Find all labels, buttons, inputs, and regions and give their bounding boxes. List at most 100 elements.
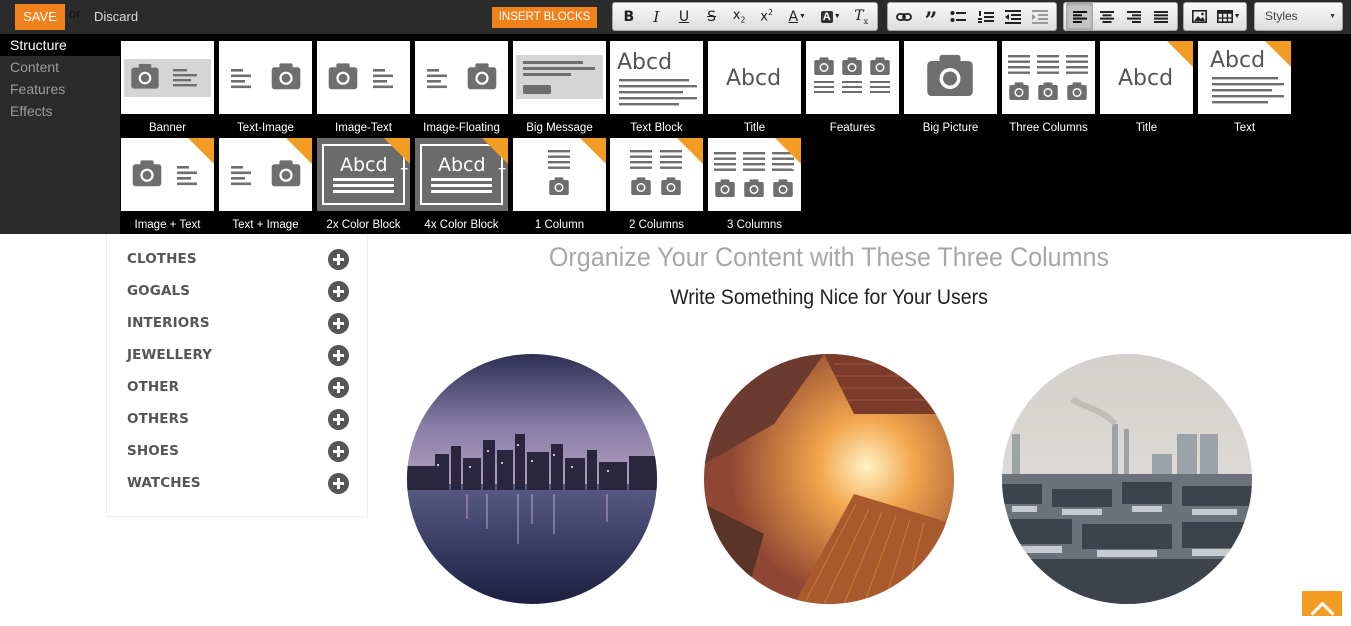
block-label: Three Columns	[1009, 122, 1088, 134]
category-item-others[interactable]: OTHERS	[127, 409, 349, 430]
expand-plus-icon[interactable]	[328, 441, 349, 462]
block-label: Features	[829, 122, 876, 134]
color-block-icon: Abcd +	[317, 138, 410, 211]
block-three-columns[interactable]: Three Columns	[1002, 41, 1095, 138]
numbered-list-button[interactable]	[972, 3, 999, 30]
strikethrough-button[interactable]: S	[698, 3, 726, 30]
bold-icon: B	[623, 8, 635, 25]
skyscraper-sky-image	[704, 354, 954, 604]
block-image-text[interactable]: Image-Text	[317, 41, 410, 138]
expand-plus-icon[interactable]	[328, 281, 349, 302]
increase-indent-button[interactable]	[1027, 3, 1054, 30]
category-name: JEWELLERY	[127, 347, 213, 363]
image-button[interactable]	[1186, 3, 1213, 30]
block-label: Title	[743, 122, 766, 134]
or-text: or	[69, 6, 81, 21]
category-item-shoes[interactable]: SHOES	[127, 441, 349, 462]
block-label: Text-Image	[237, 122, 294, 134]
blockquote-button[interactable]: ”	[917, 3, 944, 34]
category-item-interiors[interactable]: INTERIORS	[127, 313, 349, 334]
align-left-button[interactable]	[1066, 3, 1094, 30]
category-item-clothes[interactable]: CLOTHES	[127, 249, 349, 270]
block-label: Big Picture	[922, 122, 979, 134]
block-image-text[interactable]: + Image + Text	[121, 138, 214, 235]
category-structure[interactable]: Structure	[0, 34, 120, 56]
bold-button[interactable]: B	[615, 3, 643, 30]
underline-icon: U	[678, 8, 690, 25]
remove-format-icon: Tx	[854, 7, 869, 26]
editor-toolbar: SAVE or Discard INSERT BLOCKS B I U S x2…	[0, 0, 1351, 34]
text-color-button[interactable]: A ▼	[780, 3, 813, 30]
block-3-columns[interactable]: +3 Columns	[708, 138, 801, 235]
expand-plus-icon[interactable]	[328, 345, 349, 366]
blockquote-icon: ”	[924, 7, 938, 34]
block-2x-color-block[interactable]: Abcd +2x Color Block	[317, 138, 410, 235]
new-badge-icon: +	[1167, 41, 1193, 79]
block-text-image[interactable]: + Text + Image	[219, 138, 312, 235]
big-picture-icon	[904, 41, 997, 114]
block-4x-color-block[interactable]: Abcd +4x Color Block	[415, 138, 508, 235]
bulleted-list-button[interactable]	[945, 3, 972, 30]
two-columns-icon: +	[610, 138, 703, 211]
category-item-other[interactable]: OTHER	[127, 377, 349, 398]
new-badge-icon: +	[580, 138, 606, 176]
category-item-watches[interactable]: WATCHES	[127, 473, 349, 494]
text-image-icon	[219, 41, 312, 114]
category-content[interactable]: Content	[0, 56, 120, 78]
decrease-indent-button[interactable]	[999, 3, 1026, 30]
category-features[interactable]: Features	[0, 78, 120, 100]
align-center-icon	[1099, 10, 1114, 23]
underline-button[interactable]: U	[670, 3, 698, 30]
styles-dropdown[interactable]: Styles ▼	[1254, 2, 1343, 31]
numbered-list-icon	[977, 10, 994, 23]
category-name: OTHER	[127, 379, 180, 395]
block-1-column[interactable]: +1 Column	[513, 138, 606, 235]
save-button[interactable]: SAVE	[15, 4, 65, 30]
block-label: Text	[1233, 122, 1256, 134]
remove-format-button[interactable]: Tx	[847, 3, 875, 30]
table-button[interactable]: ▼	[1213, 3, 1244, 30]
block-text-block[interactable]: Abcd Text Block	[610, 41, 703, 138]
block-title[interactable]: Abcd Title	[708, 41, 801, 138]
expand-plus-icon[interactable]	[328, 473, 349, 494]
align-left-icon	[1072, 10, 1087, 23]
city-night-skyline-image	[407, 354, 657, 604]
svg-text:Abcd: Abcd	[726, 66, 781, 91]
block-big-message[interactable]: Big Message	[513, 41, 606, 138]
scroll-to-top-button[interactable]	[1302, 591, 1342, 616]
align-center-button[interactable]	[1093, 3, 1120, 30]
subscript-button[interactable]: x2	[725, 3, 753, 30]
block-big-picture[interactable]: Big Picture	[904, 41, 997, 138]
expand-plus-icon[interactable]	[328, 313, 349, 334]
block-2-columns[interactable]: +2 Columns	[610, 138, 703, 235]
link-button[interactable]	[890, 3, 917, 30]
category-effects[interactable]: Effects	[0, 100, 120, 122]
superscript-button[interactable]: x2	[753, 3, 781, 30]
category-item-jewellery[interactable]: JEWELLERY	[127, 345, 349, 366]
justify-icon	[1154, 10, 1169, 23]
justify-button[interactable]	[1148, 3, 1175, 30]
discard-link[interactable]: Discard	[94, 9, 138, 24]
block-image-floating[interactable]: Image-Floating	[415, 41, 508, 138]
section-title: Organize Your Content with These Three C…	[548, 242, 1110, 272]
title-icon: Abcd	[708, 41, 801, 114]
new-badge-icon: +	[286, 138, 312, 176]
expand-plus-icon[interactable]	[328, 249, 349, 270]
block-text-image[interactable]: Text-Image	[219, 41, 312, 138]
background-color-button[interactable]: A ▼	[814, 3, 847, 30]
category-item-gogals[interactable]: GOGALS	[127, 281, 349, 302]
svg-text:Abcd: Abcd	[1210, 48, 1265, 73]
one-column-icon: +	[513, 138, 606, 211]
insert-blocks-button[interactable]: INSERT BLOCKS	[492, 7, 597, 28]
expand-plus-icon[interactable]	[328, 409, 349, 430]
expand-plus-icon[interactable]	[328, 377, 349, 398]
align-right-button[interactable]	[1121, 3, 1148, 30]
three-columns-icon: +	[708, 138, 801, 211]
svg-text:Abcd: Abcd	[1118, 66, 1173, 91]
image-floating-icon	[415, 41, 508, 114]
block-text[interactable]: Abcd + Text	[1198, 41, 1291, 138]
italic-button[interactable]: I	[643, 3, 671, 30]
block-banner[interactable]: Banner	[121, 41, 214, 138]
block-features[interactable]: Features	[806, 41, 899, 138]
block-title[interactable]: Abcd + Title	[1100, 41, 1193, 138]
